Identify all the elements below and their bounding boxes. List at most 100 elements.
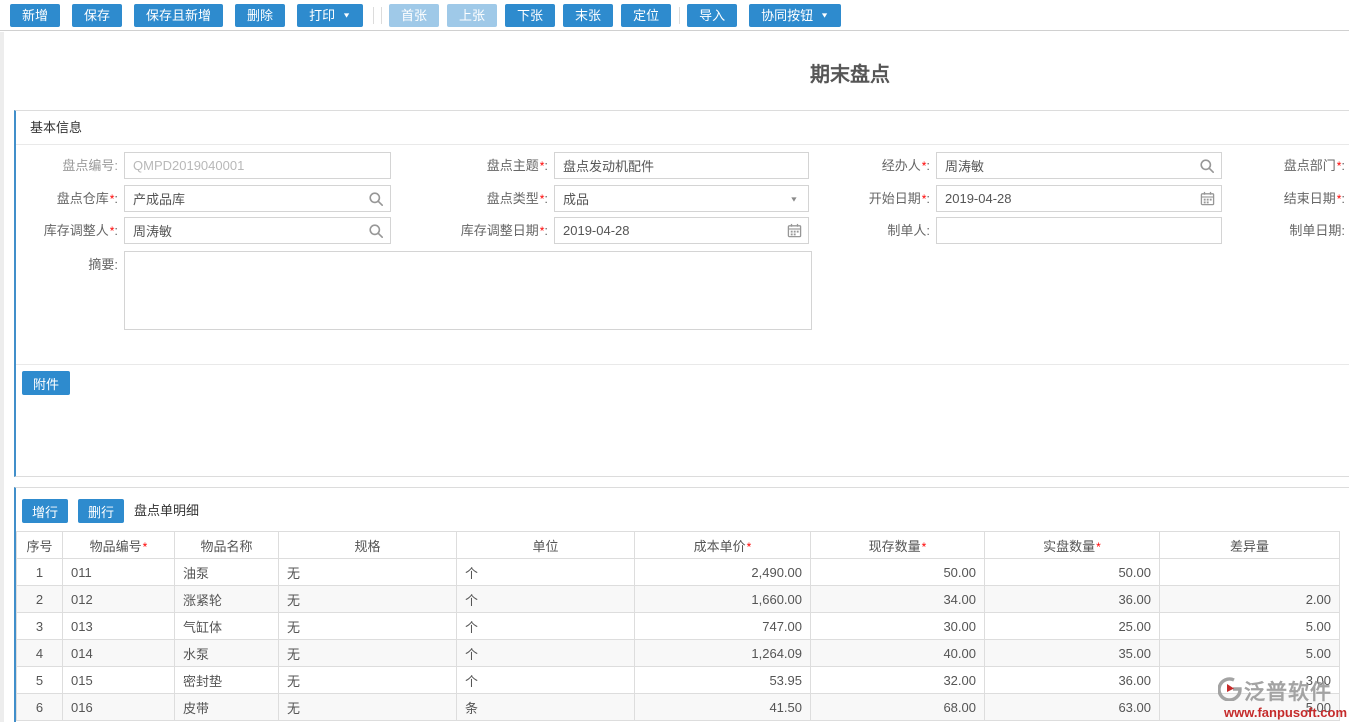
cell[interactable]: 个 [456,612,635,640]
warehouse-input[interactable] [124,185,391,212]
cell[interactable]: 40.00 [810,639,985,667]
adjuster-value[interactable] [125,223,362,238]
cell[interactable]: 35.00 [984,639,1160,667]
cell[interactable]: 50.00 [810,558,985,586]
table-row[interactable]: 3 013 气缸体无个 747.00 30.00 25.00 5.00 [16,612,1340,640]
cell[interactable]: 6 [16,693,63,721]
table-row[interactable]: 5 015 密封垫无个 53.95 32.00 36.00 3.00 [16,666,1340,694]
cell[interactable]: 53.95 [634,666,811,694]
table-row[interactable]: 4 014 水泵无个 1,264.09 40.00 35.00 5.00 [16,639,1340,667]
search-icon[interactable] [362,218,390,243]
adjuster-input[interactable] [124,217,391,244]
type-select[interactable]: ▼ [554,185,809,212]
cell[interactable]: 011 [62,558,175,586]
collaboration-label: 协同按钮 [761,7,814,23]
save-button[interactable]: 保存 [72,3,123,27]
cell[interactable]: 015 [62,666,175,694]
preparer-input[interactable] [936,217,1222,244]
col-seq: 序号 [16,531,63,559]
next-record-button[interactable]: 下张 [505,3,556,27]
delete-button[interactable]: 删除 [235,3,286,27]
cell[interactable]: 皮带 [174,693,279,721]
cell[interactable]: 41.50 [634,693,811,721]
cell[interactable]: 32.00 [810,666,985,694]
cell[interactable]: 013 [62,612,175,640]
cell[interactable]: 68.00 [810,693,985,721]
cell[interactable]: 1,264.09 [634,639,811,667]
cell[interactable] [1159,558,1340,586]
start-date-value[interactable] [937,191,1193,206]
save-and-new-button[interactable]: 保存且新增 [134,3,224,27]
first-record-button[interactable]: 首张 [389,3,440,27]
cell[interactable]: 无 [278,639,457,667]
cell[interactable]: 34.00 [810,585,985,613]
adjust-date-input[interactable] [554,217,809,244]
handler-value[interactable] [937,158,1193,173]
cell[interactable]: 012 [62,585,175,613]
locate-button[interactable]: 定位 [621,3,672,27]
prepare-date-label: 制单日期 [1222,217,1345,244]
calendar-icon[interactable] [780,218,808,243]
cell[interactable]: 无 [278,612,457,640]
cell[interactable]: 密封垫 [174,666,279,694]
import-button[interactable]: 导入 [687,3,738,27]
last-record-button[interactable]: 末张 [563,3,614,27]
cell[interactable]: 水泵 [174,639,279,667]
cell[interactable]: 36.00 [984,666,1160,694]
table-row[interactable]: 6 016 皮带无条 41.50 68.00 63.00 5.00 [16,693,1340,721]
cell[interactable]: 涨紧轮 [174,585,279,613]
previous-record-button[interactable]: 上张 [447,3,498,27]
add-button[interactable]: 新增 [10,3,61,27]
delete-row-button[interactable]: 删行 [78,499,124,523]
cell[interactable]: 36.00 [984,585,1160,613]
warehouse-value[interactable] [125,191,362,206]
cell[interactable]: 1,660.00 [634,585,811,613]
cell[interactable]: 个 [456,558,635,586]
cell[interactable]: 个 [456,639,635,667]
summary-textarea[interactable] [124,251,812,330]
cell[interactable]: 个 [456,585,635,613]
start-date-input[interactable] [936,185,1222,212]
cell[interactable]: 63.00 [984,693,1160,721]
subject-value[interactable] [555,158,808,173]
handler-input[interactable] [936,152,1222,179]
cell[interactable]: 25.00 [984,612,1160,640]
cell[interactable]: 无 [278,693,457,721]
cell[interactable]: 3 [16,612,63,640]
cell[interactable]: 4 [16,639,63,667]
cell[interactable]: 无 [278,666,457,694]
add-row-button[interactable]: 增行 [22,499,68,523]
caret-down-icon[interactable]: ▼ [780,186,808,211]
preparer-value[interactable] [937,223,1221,238]
cell[interactable]: 747.00 [634,612,811,640]
cell[interactable]: 2 [16,585,63,613]
attachment-button[interactable]: 附件 [22,371,70,395]
cell[interactable]: 1 [16,558,63,586]
type-value[interactable] [555,191,780,206]
cell[interactable]: 2,490.00 [634,558,811,586]
table-row[interactable]: 1 011 油泵无个 2,490.00 50.00 50.00 [16,558,1340,586]
cell[interactable]: 5 [16,666,63,694]
subject-input[interactable] [554,152,809,179]
cell[interactable]: 油泵 [174,558,279,586]
cell[interactable]: 条 [456,693,635,721]
search-icon[interactable] [362,186,390,211]
cell[interactable]: 无 [278,585,457,613]
cell[interactable]: 50.00 [984,558,1160,586]
cell[interactable]: 30.00 [810,612,985,640]
cell[interactable]: 5.00 [1159,612,1340,640]
collaboration-button[interactable]: 协同按钮 ▼ [749,3,842,27]
table-row[interactable]: 2 012 涨紧轮无个 1,660.00 34.00 36.00 2.00 [16,585,1340,613]
cell[interactable]: 2.00 [1159,585,1340,613]
adjust-date-value[interactable] [555,223,780,238]
print-button[interactable]: 打印 ▼ [297,3,363,27]
toolbar-divider [373,6,374,24]
calendar-icon[interactable] [1193,186,1221,211]
cell[interactable]: 个 [456,666,635,694]
cell[interactable]: 5.00 [1159,639,1340,667]
search-icon[interactable] [1193,153,1221,178]
cell[interactable]: 无 [278,558,457,586]
cell[interactable]: 014 [62,639,175,667]
cell[interactable]: 016 [62,693,175,721]
cell[interactable]: 气缸体 [174,612,279,640]
